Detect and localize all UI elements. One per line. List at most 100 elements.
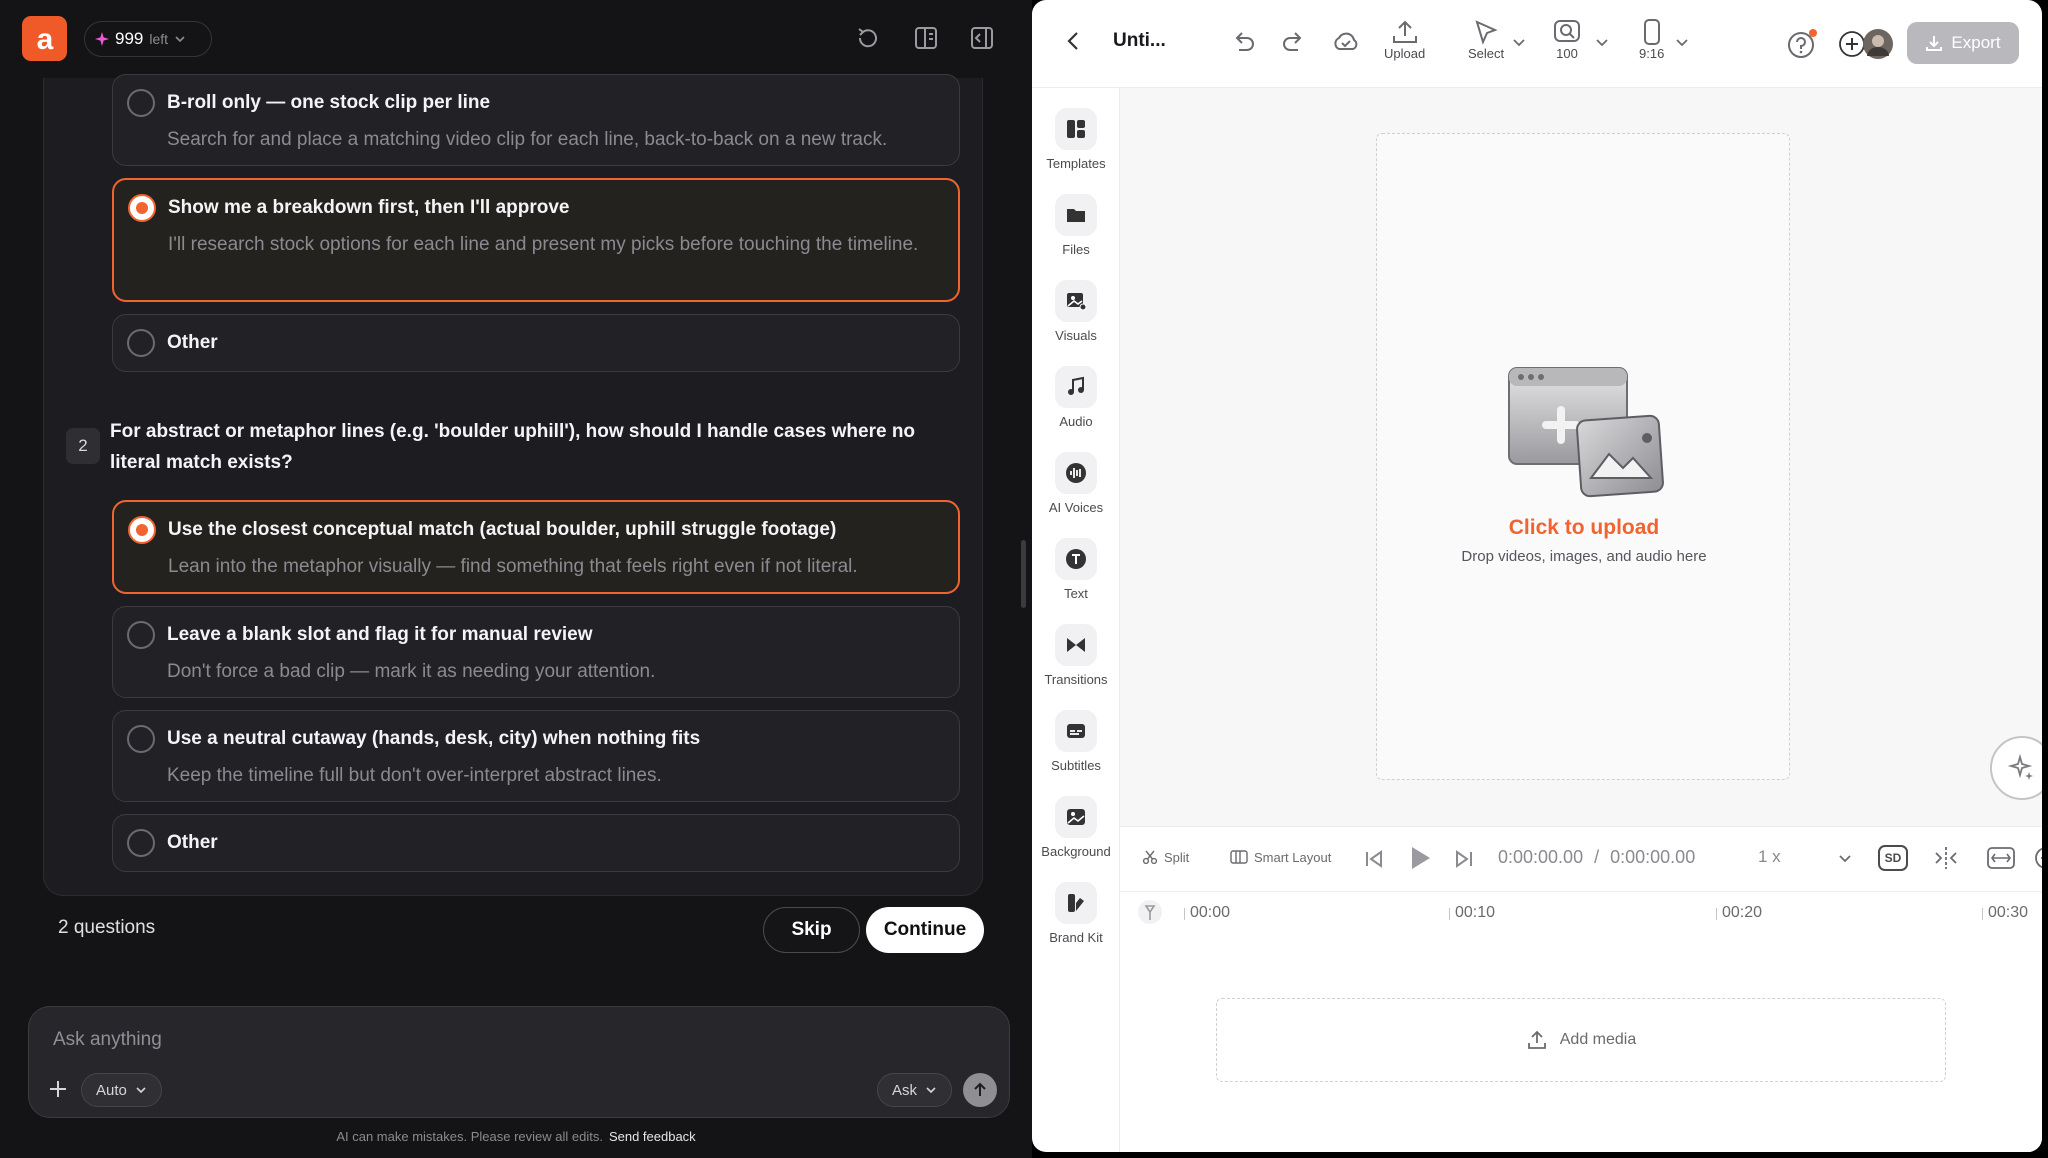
playhead-marker-icon[interactable] [1136, 898, 1164, 926]
q2-option-blank-slot[interactable]: Leave a blank slot and flag it for manua… [112, 606, 960, 698]
radio-button[interactable] [127, 829, 155, 857]
zoom-tool[interactable]: 100 [1552, 18, 1582, 61]
upload-tool[interactable]: Upload [1384, 18, 1425, 61]
send-feedback-link[interactable]: Send feedback [609, 1129, 696, 1144]
sidebar-item-text[interactable]: Text [1032, 538, 1120, 601]
playback-time: 0:00:00.00 / 0:00:00.00 [1498, 847, 1695, 868]
q2-option-other[interactable]: Other [112, 814, 960, 872]
split-label: Split [1164, 849, 1190, 865]
q2-option-neutral-cutaway[interactable]: Use a neutral cutaway (hands, desk, city… [112, 710, 960, 802]
sidebar-item-brand-kit[interactable]: Brand Kit [1032, 882, 1120, 945]
magic-sparkle-icon [2007, 753, 2033, 780]
background-icon [1067, 809, 1085, 825]
radio-button[interactable] [127, 725, 155, 753]
project-title[interactable]: Unti... [1113, 30, 1166, 52]
history-button[interactable] [852, 22, 884, 54]
option-title: Leave a blank slot and flag it for manua… [167, 624, 593, 645]
avatar[interactable] [1862, 28, 1894, 60]
add-media-label: Add media [1559, 1031, 1637, 1048]
help-icon [1788, 29, 1817, 58]
cloud-save-status[interactable] [1331, 29, 1361, 55]
fit-width-icon[interactable] [1932, 845, 1960, 871]
ai-disclaimer: AI can make mistakes. Please review all … [0, 1129, 1032, 1144]
quality-toggle[interactable]: SD [1878, 845, 1908, 871]
sidebar-item-audio[interactable]: Audio [1032, 366, 1120, 429]
click-to-upload[interactable]: Click to upload [1377, 516, 1791, 540]
canvas-area: Click to upload Drop videos, images, and… [1120, 88, 2042, 826]
radio-button-selected[interactable] [128, 194, 156, 222]
skip-forward-icon[interactable] [1452, 847, 1476, 871]
add-media-button[interactable]: Add media [1216, 998, 1946, 1082]
aspect-label: 9:16 [1639, 46, 1665, 61]
send-button[interactable] [963, 1073, 997, 1107]
aspect-ratio-tool[interactable]: 9:16 [1639, 18, 1664, 61]
radio-button-selected[interactable] [128, 516, 156, 544]
arrow-up-icon [974, 1082, 986, 1096]
app-logo[interactable]: a [22, 16, 67, 61]
sidebar-item-transitions[interactable]: Transitions [1032, 624, 1120, 687]
ask-mode-dropdown[interactable]: Ask [877, 1073, 953, 1107]
upload-label: Upload [1384, 46, 1426, 61]
plus-icon[interactable] [47, 1078, 69, 1100]
sidebar-item-label: Subtitles [1051, 758, 1101, 773]
zoom-in-icon [1554, 20, 1580, 42]
radio-button[interactable] [127, 621, 155, 649]
help-button[interactable] [1786, 28, 1818, 60]
sidebar-item-background[interactable]: Background [1032, 796, 1120, 859]
sidebar-item-templates[interactable]: Templates [1032, 108, 1120, 171]
subtitles-icon [1067, 724, 1085, 738]
continue-button[interactable]: Continue [866, 907, 984, 953]
chevron-down-icon[interactable] [1838, 853, 1852, 865]
q2-option-conceptual[interactable]: Use the closest conceptual match (actual… [112, 500, 960, 594]
credits-dropdown[interactable]: 999 left [84, 21, 212, 57]
q1-option-broll[interactable]: B-roll only — one stock clip per line Se… [112, 74, 960, 166]
skip-button[interactable]: Skip [763, 907, 860, 953]
collapse-icon [971, 27, 993, 49]
back-button[interactable] [1066, 30, 1080, 52]
upload-icon [1527, 1030, 1546, 1049]
select-tool[interactable]: Select [1468, 18, 1504, 61]
sidebar-item-subtitles[interactable]: Subtitles [1032, 710, 1120, 773]
layout-toggle-button[interactable] [910, 22, 942, 54]
mode-dropdown[interactable]: Auto [81, 1073, 162, 1107]
scissors-icon [1142, 850, 1158, 865]
sidebar-item-visuals[interactable]: Visuals [1032, 280, 1120, 343]
q1-option-other[interactable]: Other [112, 314, 960, 372]
sidebar-item-files[interactable]: Files [1032, 194, 1120, 257]
undo-button[interactable] [1229, 28, 1257, 56]
question-number-badge: 2 [66, 428, 100, 464]
disclaimer-text: AI can make mistakes. Please review all … [336, 1129, 603, 1144]
redo-button[interactable] [1280, 28, 1308, 56]
radio-button[interactable] [127, 329, 155, 357]
radio-button[interactable] [127, 89, 155, 117]
skip-back-icon[interactable] [1362, 847, 1386, 871]
expand-icon[interactable] [1986, 845, 2016, 871]
timeline: 00:00 00:10 00:20 00:30 Add media [1120, 892, 2042, 1152]
upload-dropzone[interactable]: Click to upload Drop videos, images, and… [1376, 133, 1790, 780]
layout-icon [915, 27, 937, 49]
smart-layout-button[interactable]: Smart Layout [1230, 849, 1331, 865]
q1-option-breakdown[interactable]: Show me a breakdown first, then I'll app… [112, 178, 960, 302]
chevron-down-icon[interactable] [1675, 37, 1689, 49]
collapse-panel-button[interactable] [966, 22, 998, 54]
user-avatar-icon [1863, 29, 1893, 59]
play-icon[interactable] [1404, 843, 1434, 873]
chevron-down-icon[interactable] [1595, 37, 1609, 49]
svg-text:a: a [36, 24, 53, 54]
zoom-out-icon[interactable] [2034, 846, 2042, 870]
split-button[interactable]: Split [1142, 849, 1189, 865]
resize-handle[interactable] [1021, 540, 1026, 608]
upload-media-illustration-icon [1508, 367, 1664, 498]
playback-speed[interactable]: 1 x [1758, 847, 1781, 867]
export-button[interactable]: Export [1907, 22, 2019, 64]
timeline-tick: 00:20 [1715, 904, 1763, 921]
templates-icon [1067, 120, 1085, 138]
sidebar-item-ai-voices[interactable]: AI Voices [1032, 452, 1120, 515]
total-time: 0:00:00.00 [1610, 847, 1696, 867]
brand-kit-icon [1068, 894, 1084, 912]
chevron-down-icon[interactable] [1512, 37, 1526, 49]
text-icon [1066, 549, 1086, 569]
chat-input[interactable]: Ask anything [53, 1029, 162, 1051]
option-title: B-roll only — one stock clip per line [167, 92, 491, 113]
ai-magic-button[interactable] [1990, 736, 2042, 800]
